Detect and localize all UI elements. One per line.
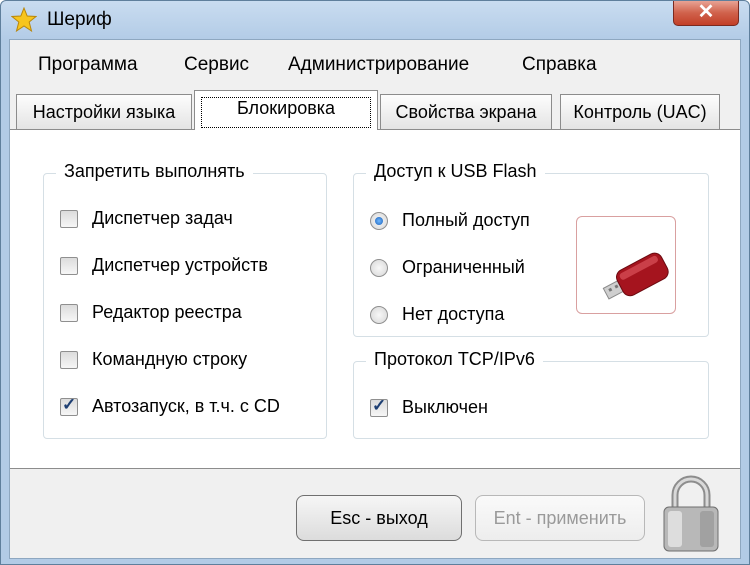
checkbox-box[interactable]: [60, 351, 78, 369]
checkbox-box[interactable]: ✓: [60, 395, 78, 416]
tab-screen-properties[interactable]: Свойства экрана: [380, 94, 552, 130]
tab-language-settings[interactable]: Настройки языка: [16, 94, 192, 130]
client-area: Программа Сервис Администрирование Справ…: [9, 39, 741, 559]
tab-blocking[interactable]: Блокировка: [194, 90, 378, 130]
tab-uac-control[interactable]: Контроль (UAC): [560, 94, 720, 130]
star-icon: [11, 7, 37, 33]
checkbox-label: Выключен: [402, 397, 488, 417]
checkbox-label: Диспетчер устройств: [92, 255, 268, 275]
radio-dot: [375, 217, 383, 225]
radio-circle[interactable]: [370, 212, 388, 230]
checkbox-label: Диспетчер задач: [92, 208, 233, 228]
radio-circle[interactable]: [370, 259, 388, 277]
checkbox-label: Командную строку: [92, 349, 248, 369]
checkbox-box[interactable]: [60, 210, 78, 228]
radio-circle[interactable]: [370, 306, 388, 324]
checkbox-box[interactable]: [60, 304, 78, 322]
window-title: Шериф: [47, 9, 112, 30]
usb-image-frame: [576, 216, 676, 314]
checkbox-label: Редактор реестра: [92, 302, 242, 322]
usb-flash-drive-icon: [602, 252, 669, 300]
radio-label: Нет доступа: [402, 304, 505, 324]
menu-bar: Программа Сервис Администрирование Справ…: [10, 50, 740, 80]
tcp-ipv6-group: Протокол TCP/IPv6 ✓ Выключен: [353, 349, 709, 439]
check-icon: ✓: [372, 396, 387, 415]
close-icon: ✕: [697, 1, 715, 23]
menu-help[interactable]: Справка: [522, 54, 597, 76]
radio-label: Ограниченный: [402, 257, 525, 277]
menu-program[interactable]: Программа: [38, 54, 138, 76]
apply-button[interactable]: Ent - применить: [475, 495, 645, 541]
usb-group-title: Доступ к USB Flash: [366, 161, 545, 182]
block-execution-group: Запретить выполнять Диспетчер задач Дисп…: [43, 161, 327, 439]
radio-label: Полный доступ: [402, 210, 530, 230]
checkbox-box[interactable]: ✓: [370, 396, 388, 417]
usb-access-group: Доступ к USB Flash Полный доступ Огранич…: [353, 161, 709, 337]
padlock-icon: [663, 475, 719, 552]
checkbox-label: Автозапуск, в т.ч. с CD: [92, 396, 280, 416]
title-bar[interactable]: Шериф ✕: [1, 1, 749, 39]
block-group-title: Запретить выполнять: [56, 161, 253, 182]
focus-rect: [201, 97, 371, 128]
blocking-panel: Запретить выполнять Диспетчер задач Дисп…: [10, 129, 740, 469]
checkbox-box[interactable]: [60, 257, 78, 275]
menu-service[interactable]: Сервис: [184, 54, 249, 76]
exit-button[interactable]: Esc - выход: [296, 495, 462, 541]
menu-administration[interactable]: Администрирование: [288, 54, 469, 76]
tab-strip: Настройки языка Блокировка Свойства экра…: [10, 90, 740, 130]
tcp-group-title: Протокол TCP/IPv6: [366, 349, 543, 370]
close-button[interactable]: ✕: [673, 1, 739, 26]
check-icon: ✓: [62, 395, 77, 414]
button-bar: Esc - выход Ent - применить: [10, 469, 740, 558]
app-window: Шериф ✕ Программа Сервис Администрирован…: [0, 0, 750, 565]
